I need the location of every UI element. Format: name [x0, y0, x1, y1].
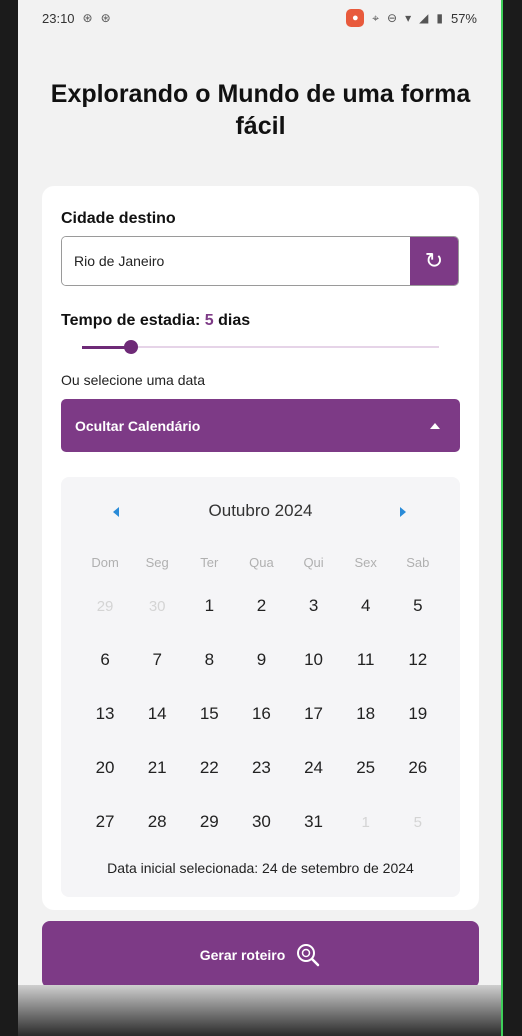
- location-icon: ⌖: [372, 10, 380, 25]
- weekday-row: Dom Seg Ter Qua Qui Sex Sab: [79, 547, 444, 577]
- weekday-3: Qua: [249, 554, 274, 570]
- calendar-week: 29 30 1 2 3 4 5: [79, 579, 444, 633]
- search-globe-icon: [297, 943, 320, 966]
- calendar-day[interactable]: 17: [288, 704, 340, 724]
- calendar-day[interactable]: 30: [235, 812, 287, 832]
- battery-level: 57%: [450, 10, 477, 26]
- form-card: Cidade destino ↻ Tempo de estadia: 5 dia…: [42, 186, 479, 910]
- stay-unit: dias: [218, 312, 251, 329]
- battery-icon: ▮: [436, 11, 443, 25]
- calendar-day[interactable]: 9: [235, 650, 287, 670]
- calendar-days: 29 30 1 2 3 4 5 6 7 8 9 10 11 12 13 14 15 16 17 18 19 20 21 22 2…: [79, 579, 444, 849]
- gps-icon: ⊛: [82, 11, 93, 25]
- calendar-day[interactable]: 4: [340, 596, 392, 616]
- calendar-day[interactable]: 29: [183, 812, 235, 832]
- calendar-week: 20 21 22 23 24 25 26: [79, 741, 444, 795]
- calendar-day[interactable]: 23: [235, 758, 287, 778]
- calendar-day[interactable]: 24: [288, 758, 340, 778]
- city-input[interactable]: [62, 237, 410, 285]
- bottom-shade: [18, 985, 503, 1036]
- weekday-6: Sab: [406, 554, 430, 570]
- hide-calendar-button[interactable]: Ocultar Calendário: [61, 399, 460, 452]
- caret-up-icon: [430, 422, 440, 429]
- screen-edge: [501, 0, 503, 1036]
- weekday-5: Sex: [354, 554, 377, 570]
- calendar-day: 5: [413, 813, 422, 831]
- calendar-day[interactable]: 1: [183, 596, 235, 616]
- calendar-day[interactable]: 22: [183, 758, 235, 778]
- stay-days: 5: [204, 312, 214, 329]
- refresh-icon: ↻: [424, 248, 444, 273]
- calendar-day[interactable]: 27: [79, 812, 131, 832]
- status-bar: 23:10 ⊛ ⊛ ● ⌖ ⊖ ▾ ◢ ▮ 57%: [18, 0, 503, 36]
- page-title: Explorando o Mundo de uma forma fácil: [50, 80, 471, 140]
- calendar-day[interactable]: 11: [340, 650, 392, 670]
- calendar-day[interactable]: 12: [392, 650, 444, 670]
- generate-label: Gerar roteiro: [199, 946, 286, 963]
- signal-icon: ◢: [419, 11, 429, 25]
- calendar-day[interactable]: 31: [288, 812, 340, 832]
- wifi-icon: ▾: [405, 11, 412, 25]
- selected-date-info: Data inicial selecionada: 24 de setembro…: [107, 860, 414, 876]
- calendar-day[interactable]: 8: [183, 650, 235, 670]
- calendar-day[interactable]: 13: [79, 704, 131, 724]
- calendar-header: Outubro 2024: [61, 499, 460, 529]
- calendar-week: 27 28 29 30 31 1 5: [79, 795, 444, 849]
- calendar-day[interactable]: 28: [131, 812, 183, 832]
- calendar-day: 29: [96, 597, 114, 615]
- calendar-day[interactable]: 19: [392, 704, 444, 724]
- slider-thumb[interactable]: [124, 340, 138, 354]
- dnd-icon: ⊖: [387, 11, 398, 25]
- calendar-day[interactable]: 18: [340, 704, 392, 724]
- weekday-4: Qui: [303, 554, 324, 570]
- city-field: ↻: [61, 236, 459, 286]
- calendar-day[interactable]: 2: [235, 596, 287, 616]
- weekday-2: Ter: [200, 554, 219, 570]
- or-select-date-text: Ou selecione uma data: [61, 372, 205, 388]
- calendar-day[interactable]: 25: [340, 758, 392, 778]
- next-month-icon[interactable]: [400, 507, 406, 517]
- calendar-day[interactable]: 21: [131, 758, 183, 778]
- generate-itinerary-button[interactable]: Gerar roteiro: [42, 921, 479, 988]
- stay-duration: Tempo de estadia: 5 dias: [61, 312, 250, 330]
- calendar-day[interactable]: 20: [79, 758, 131, 778]
- status-time: 23:10: [42, 10, 75, 26]
- refresh-button[interactable]: ↻: [410, 237, 458, 285]
- calendar-week: 6 7 8 9 10 11 12: [79, 633, 444, 687]
- gps-icon-2: ⊛: [100, 11, 111, 25]
- recording-icon: ●: [346, 9, 365, 27]
- calendar-day[interactable]: 6: [79, 650, 131, 670]
- calendar: Outubro 2024 Dom Seg Ter Qua Qui Sex Sab 29 30 1…: [61, 477, 460, 897]
- calendar-day[interactable]: 3: [288, 596, 340, 616]
- calendar-day[interactable]: 5: [392, 596, 444, 616]
- hide-calendar-label: Ocultar Calendário: [75, 417, 201, 434]
- calendar-day[interactable]: 7: [131, 650, 183, 670]
- stay-label: Tempo de estadia:: [61, 312, 201, 329]
- calendar-day[interactable]: 16: [235, 704, 287, 724]
- calendar-day[interactable]: 14: [131, 704, 183, 724]
- weekday-0: Dom: [91, 554, 119, 570]
- calendar-day[interactable]: 10: [288, 650, 340, 670]
- slider-fill: [82, 346, 130, 349]
- calendar-day: 30: [148, 597, 166, 615]
- calendar-day[interactable]: 15: [183, 704, 235, 724]
- weekday-1: Seg: [145, 554, 169, 570]
- calendar-week: 13 14 15 16 17 18 19: [79, 687, 444, 741]
- app-screen: 23:10 ⊛ ⊛ ● ⌖ ⊖ ▾ ◢ ▮ 57% Explorando o M…: [18, 0, 503, 1036]
- calendar-day: 1: [361, 813, 370, 831]
- city-label: Cidade destino: [61, 210, 176, 227]
- calendar-day[interactable]: 26: [392, 758, 444, 778]
